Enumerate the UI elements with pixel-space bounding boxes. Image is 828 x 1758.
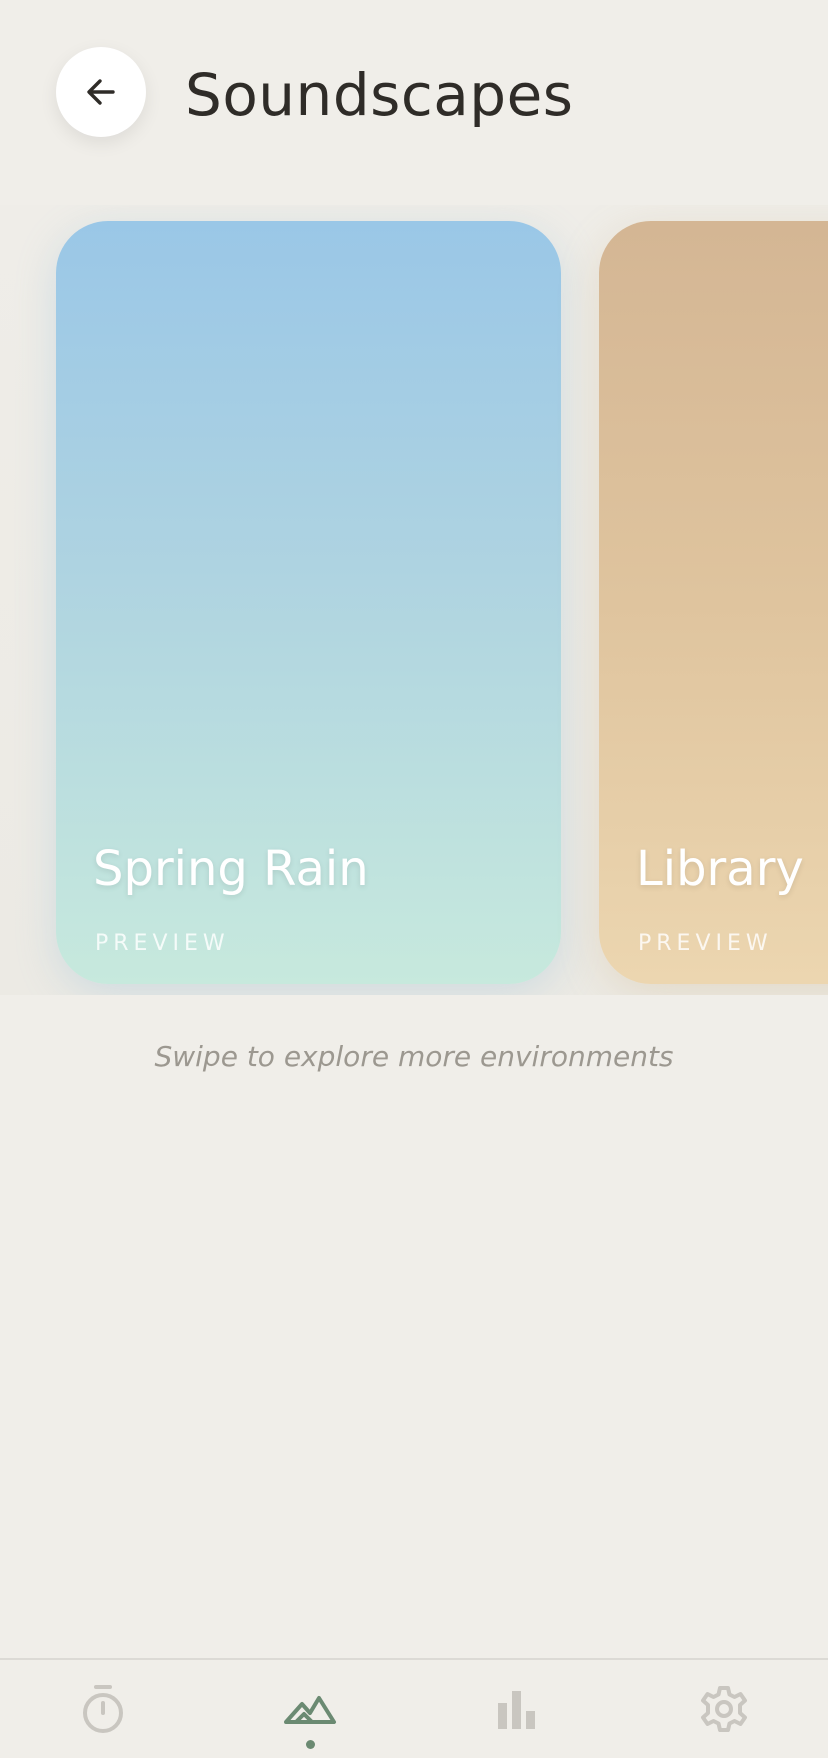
- card-title: Spring Rain: [93, 841, 369, 897]
- nav-item-timer[interactable]: [53, 1660, 153, 1758]
- bottom-nav: [0, 1658, 828, 1758]
- active-indicator-dot: [306, 1740, 315, 1749]
- stopwatch-icon: [83, 1685, 123, 1733]
- gear-icon: [701, 1686, 747, 1732]
- back-button[interactable]: [56, 47, 146, 137]
- arrow-left-icon: [87, 79, 115, 105]
- mountains-icon: [284, 1696, 336, 1724]
- swipe-hint: Swipe to explore more environments: [154, 1040, 674, 1073]
- card-title: Library: [636, 841, 804, 897]
- nav-item-soundscapes[interactable]: [260, 1660, 360, 1758]
- soundscape-carousel[interactable]: Spring Rain PREVIEW Library PREVIEW: [0, 205, 828, 995]
- page-title: Soundscapes: [185, 61, 574, 129]
- bar-chart-icon: [498, 1691, 535, 1729]
- card-preview-label: PREVIEW: [638, 931, 773, 956]
- nav-item-stats[interactable]: [467, 1660, 567, 1758]
- soundscape-card-spring-rain[interactable]: Spring Rain PREVIEW: [56, 221, 561, 984]
- nav-item-settings[interactable]: [674, 1660, 774, 1758]
- card-preview-label: PREVIEW: [95, 931, 230, 956]
- soundscape-card-library[interactable]: Library PREVIEW: [599, 221, 828, 984]
- header: Soundscapes: [0, 0, 828, 190]
